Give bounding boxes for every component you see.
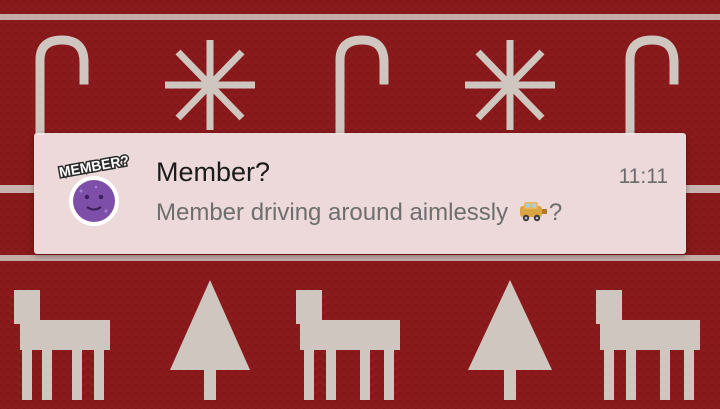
car-emoji-icon [517, 199, 549, 223]
notification-message-text: Member driving around aimlessly [156, 199, 515, 226]
notification-message-suffix: ? [548, 199, 563, 226]
notification-time: 11:11 [618, 165, 668, 188]
notification-message: Member driving around aimlessly ? [156, 199, 562, 227]
member-berry-icon: MEMBER? [56, 150, 132, 237]
member-berry-label: MEMBER? [58, 152, 130, 180]
notification-card[interactable]: MEMBER? Member? 11:11 Member driving aro… [34, 133, 686, 254]
notification-title: Member? [156, 157, 271, 187]
